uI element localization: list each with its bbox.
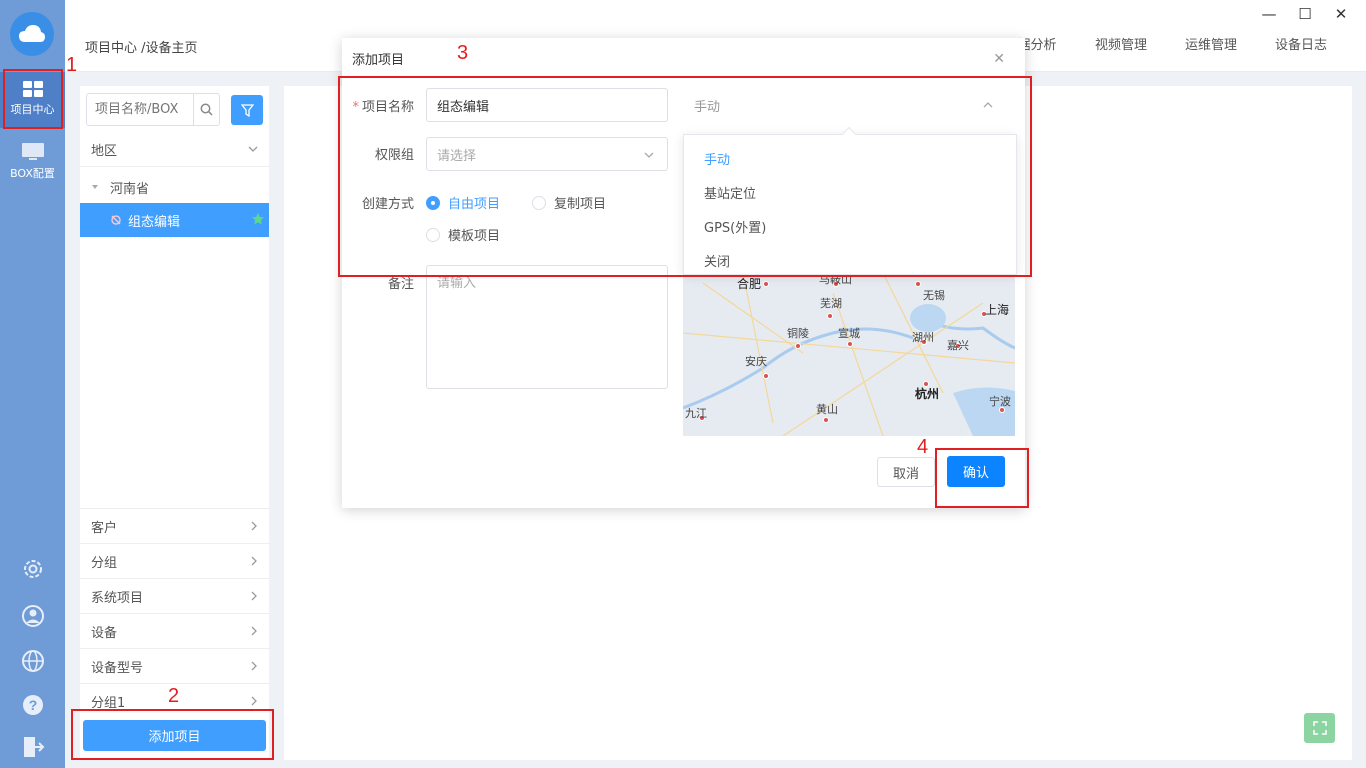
annotation-number-2: 2 [168,685,180,707]
annotation-box-3 [338,76,1032,277]
svg-text:?: ? [29,697,38,713]
search-icon[interactable] [193,94,219,125]
tree-node-project[interactable]: 组态编辑 [80,203,269,237]
map-city: 无锡 [923,289,945,302]
group-label: 设备 [91,625,118,641]
group-label: 客户 [91,520,118,536]
group-label: 分组1 [91,695,126,711]
group-item-group[interactable]: 分组 [80,543,269,578]
maximize-icon[interactable]: ☐ [1296,5,1314,23]
close-window-icon[interactable]: ✕ [1332,5,1350,23]
nav-label: BOX配置 [10,167,55,180]
map-city: 嘉兴 [947,339,969,352]
filter-button[interactable] [231,95,263,125]
caret-down-icon [92,185,98,189]
region-header[interactable]: 地区 [80,133,269,167]
nav-box-config[interactable]: BOX配置 [0,140,65,190]
group-item-device-model[interactable]: 设备型号 [80,648,269,683]
chevron-right-icon [251,696,257,706]
breadcrumb: 项目中心 /设备主页 [85,41,198,56]
cancel-button[interactable]: 取消 [877,457,935,487]
province-label: 河南省 [110,181,150,197]
map-city: 安庆 [745,355,767,368]
chevron-right-icon [251,556,257,566]
fullscreen-icon [1312,721,1327,735]
user-icon[interactable] [20,603,46,629]
project-icon [111,215,121,225]
star-icon[interactable] [251,212,265,226]
minimize-icon[interactable]: — [1260,5,1278,23]
annotation-box-2 [71,709,274,760]
fullscreen-button[interactable] [1304,713,1335,743]
map-city: 上海 [985,303,1010,317]
annotation-box-1 [3,69,63,129]
remark-textarea[interactable]: 请输入 [426,265,668,389]
cloud-logo-icon [10,12,54,56]
chevron-right-icon [251,661,257,671]
filter-icon [240,103,254,117]
project-tree-panel: 地区 河南省 组态编辑 客户 分组 系统项目 设备 设备型号 分组1 [80,86,269,760]
map-city: 芜湖 [820,297,842,310]
window-controls: — ☐ ✕ [1260,5,1350,23]
map-city: 湖州 [912,331,934,344]
group-label: 分组 [91,555,118,571]
globe-icon[interactable] [20,648,46,674]
tree-node-province[interactable]: 河南省 [80,171,269,203]
map-city: 合肥 [737,277,762,291]
annotation-number-3: 3 [457,42,469,64]
annotation-number-1: 1 [66,54,78,76]
chevron-right-icon [251,626,257,636]
map-city: 杭州 [915,387,940,401]
tab-operations[interactable]: 运维管理 [1166,34,1256,53]
map-city: 九江 [685,407,707,420]
map-city: 宁波 [989,395,1011,408]
top-tabs: 据分析 视频管理 运维管理 设备日志 [998,34,1346,53]
close-icon[interactable]: ✕ [993,51,1005,67]
chevron-right-icon [251,591,257,601]
map-city: 宣城 [838,327,860,340]
chevron-down-icon [248,146,258,152]
map-city: 黄山 [816,403,838,416]
annotation-box-4 [935,448,1029,508]
group-item-customer[interactable]: 客户 [80,508,269,543]
help-icon[interactable]: ? [20,692,46,718]
annotation-number-4: 4 [917,436,929,458]
tab-video[interactable]: 视频管理 [1076,34,1166,53]
location-map[interactable]: 合肥 马鞍山 芜湖 无锡 上海 铜陵 宣城 湖州 嘉兴 安庆 杭州 黄山 宁波 … [683,273,1015,436]
group-label: 系统项目 [91,590,144,606]
chevron-right-icon [251,521,257,531]
search-input[interactable] [95,94,191,125]
logout-icon[interactable] [20,734,46,760]
tree-search [86,93,220,126]
monitor-icon [21,143,44,160]
group-label: 设备型号 [91,660,144,676]
tab-device-log[interactable]: 设备日志 [1256,34,1346,53]
region-label: 地区 [91,144,118,159]
project-label: 组态编辑 [128,214,181,230]
settings-icon[interactable] [20,556,46,582]
dialog-title: 添加项目 [352,53,405,68]
group-item-system[interactable]: 系统项目 [80,578,269,613]
map-city: 铜陵 [787,327,809,340]
group-item-device[interactable]: 设备 [80,613,269,648]
